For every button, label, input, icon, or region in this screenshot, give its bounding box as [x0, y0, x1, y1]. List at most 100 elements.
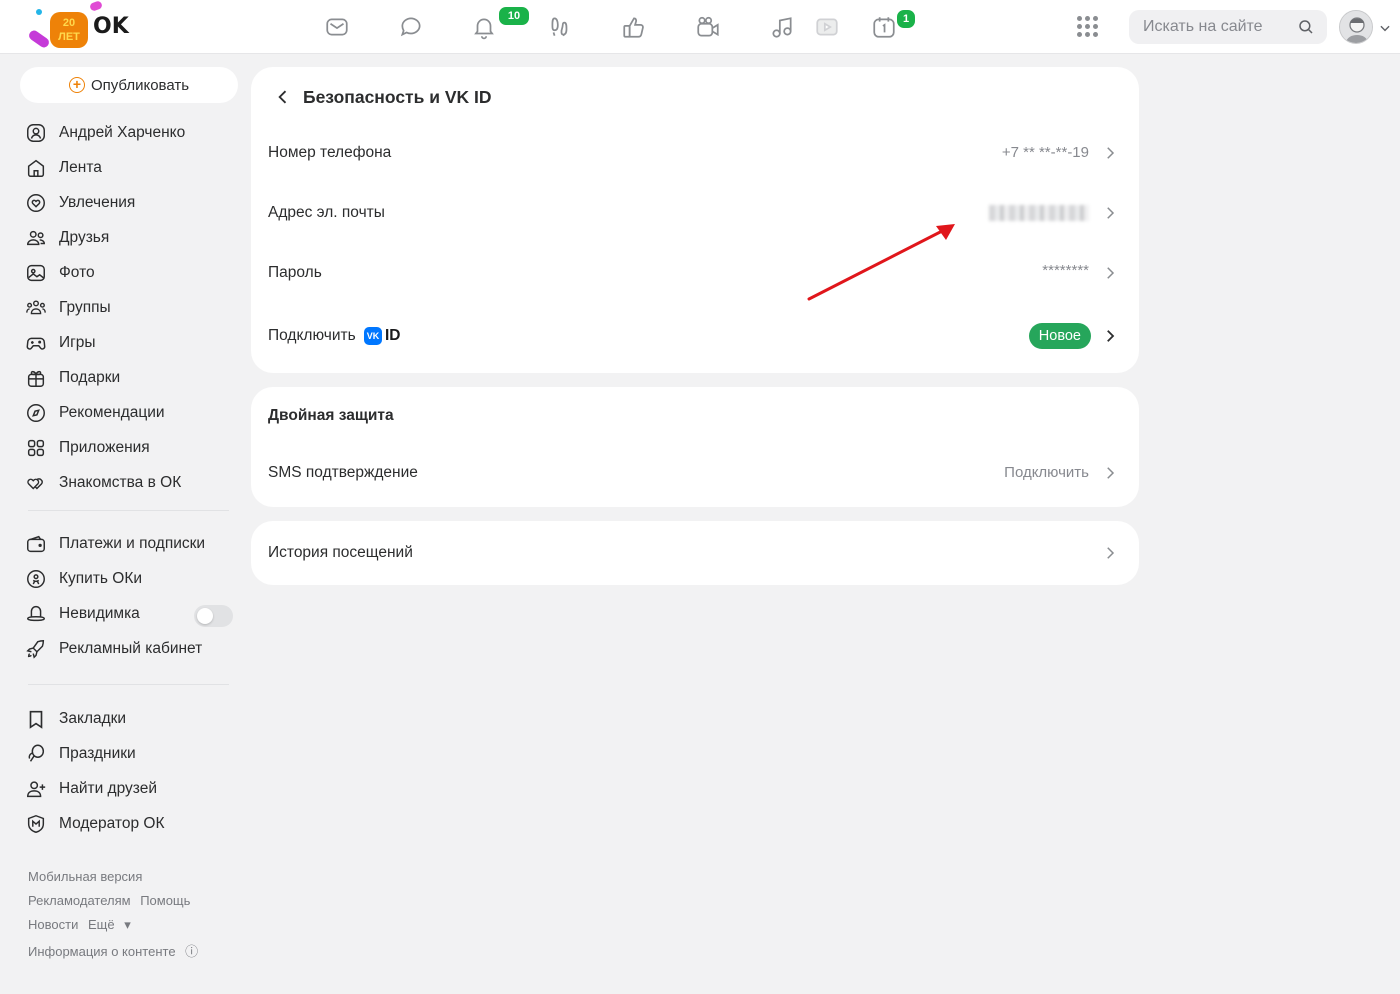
- sidebar-item-label: Подарки: [59, 369, 121, 386]
- video-icon[interactable]: [812, 12, 842, 42]
- chevron-down-icon[interactable]: [1378, 21, 1392, 35]
- gamepad-icon: [24, 331, 48, 355]
- chevron-right-icon: [1107, 547, 1115, 559]
- footer-row-1: Мобильная версия: [28, 869, 148, 884]
- video-camera-icon[interactable]: [693, 12, 723, 42]
- sidebar-item-profile[interactable]: Андрей Харченко: [24, 118, 236, 148]
- visit-history-card[interactable]: История посещений: [251, 521, 1139, 585]
- new-badge: Новое: [1028, 323, 1091, 349]
- ok-coin-icon: [24, 567, 48, 591]
- toggle-knob: [197, 608, 213, 624]
- search-icon[interactable]: [1297, 18, 1315, 36]
- vk-id-row[interactable]: Подключить VK ID Новое: [251, 316, 1139, 356]
- confetti-streamer: [27, 28, 51, 50]
- chevron-right-icon: [1107, 267, 1115, 279]
- sidebar-item-hobbies[interactable]: Увлечения: [24, 188, 236, 218]
- sms-confirmation-row[interactable]: SMS подтверждение Подключить: [251, 453, 1139, 493]
- sidebar-item-label: Лента: [59, 159, 102, 176]
- hat-icon: [24, 602, 48, 626]
- sidebar-item-feed[interactable]: Лента: [24, 153, 236, 183]
- gift-icon: [24, 366, 48, 390]
- sidebar-item-label: Найти друзей: [59, 780, 157, 797]
- sidebar-item-moderator[interactable]: Модератор ОК: [24, 809, 236, 839]
- balloon-icon: [24, 742, 48, 766]
- vk-id-text: ID: [384, 327, 401, 344]
- sidebar-divider: [28, 510, 229, 511]
- footer-more-link[interactable]: Ещё ▾: [88, 917, 137, 932]
- security-card: Безопасность и VK ID Номер телефона +7 *…: [251, 67, 1139, 373]
- sidebar-item-bookmarks[interactable]: Закладки: [24, 704, 236, 734]
- chevron-right-icon: [1107, 330, 1115, 342]
- sidebar-item-label: Знакомства в ОК: [59, 474, 182, 491]
- sidebar-item-recommendations[interactable]: Рекомендации: [24, 398, 236, 428]
- chevron-right-icon: [1107, 467, 1115, 479]
- footer-mobile-link[interactable]: Мобильная версия: [28, 869, 142, 884]
- footer-content-info-link[interactable]: Информация о контенте ⓘ: [28, 944, 204, 959]
- logo-text: OK: [93, 14, 129, 39]
- sidebar-item-label: Рекомендации: [59, 404, 165, 421]
- sidebar-item-apps[interactable]: Приложения: [24, 433, 236, 463]
- phone-value: +7 ** **-**-19: [1001, 144, 1089, 161]
- anniversary-word: ЛЕТ: [58, 31, 80, 43]
- footer-row-2: Рекламодателям Помощь: [28, 893, 196, 908]
- sidebar-item-friends[interactable]: Друзья: [24, 223, 236, 253]
- sidebar-item-find-friends[interactable]: Найти друзей: [24, 774, 236, 804]
- footer-advertisers-link[interactable]: Рекламодателям: [28, 893, 131, 908]
- sidebar-item-ads-cabinet[interactable]: Рекламный кабинет: [24, 634, 236, 664]
- vk-id-label-group: Подключить VK ID: [268, 327, 400, 345]
- sidebar-item-payments[interactable]: Платежи и подписки: [24, 529, 236, 559]
- bell-icon[interactable]: [469, 12, 499, 42]
- sidebar-item-photo[interactable]: Фото: [24, 258, 236, 288]
- email-row[interactable]: Адрес эл. почты: [251, 193, 1139, 233]
- music-note-icon[interactable]: [767, 12, 797, 42]
- sidebar-item-gifts[interactable]: Подарки: [24, 363, 236, 393]
- vk-id-mark: VK ID: [363, 327, 401, 345]
- confetti-piece: [88, 0, 104, 12]
- add-friend-icon: [24, 777, 48, 801]
- footer-row-3: Новости Ещё ▾: [28, 917, 143, 933]
- search-box: [1129, 10, 1327, 44]
- sidebar-item-label: Модератор ОК: [59, 815, 165, 832]
- sidebar-item-groups[interactable]: Группы: [24, 293, 236, 323]
- visit-history-label: История посещений: [268, 544, 413, 561]
- publish-label: Опубликовать: [90, 76, 190, 94]
- groups-icon: [24, 296, 48, 320]
- password-row[interactable]: Пароль ********: [251, 253, 1139, 293]
- moderator-shield-icon: [24, 812, 48, 836]
- search-input[interactable]: [1129, 10, 1289, 44]
- like-icon[interactable]: [619, 12, 649, 42]
- mail-icon[interactable]: [322, 12, 352, 42]
- publish-button[interactable]: + Опубликовать: [20, 67, 238, 103]
- footer-news-link[interactable]: Новости: [28, 917, 78, 932]
- sidebar-item-holidays[interactable]: Праздники: [24, 739, 236, 769]
- sidebar-item-label: Увлечения: [59, 194, 136, 211]
- photo-icon: [24, 261, 48, 285]
- password-value: ********: [1042, 262, 1089, 279]
- chat-icon[interactable]: [396, 12, 426, 42]
- apps-grid-icon[interactable]: [1077, 16, 1099, 38]
- sidebar-item-label: Приложения: [59, 439, 150, 456]
- sidebar-item-buy-oks[interactable]: Купить ОКи: [24, 564, 236, 594]
- hobby-icon: [24, 191, 48, 215]
- footer-help-link[interactable]: Помощь: [140, 893, 190, 908]
- email-label: Адрес эл. почты: [268, 204, 385, 221]
- footprints-icon[interactable]: [545, 12, 575, 42]
- user-avatar[interactable]: [1339, 10, 1373, 44]
- phone-row[interactable]: Номер телефона +7 ** **-**-19: [251, 133, 1139, 173]
- chevron-right-icon: [1107, 207, 1115, 219]
- invisible-toggle[interactable]: [194, 605, 233, 627]
- two-factor-card: Двойная защита SMS подтверждение Подключ…: [251, 387, 1139, 507]
- sidebar-item-dating[interactable]: Знакомства в ОК: [24, 468, 236, 498]
- top-bar: 20 ЛЕТ OK 10 1: [0, 0, 1400, 54]
- footer-content-info-label: Информация о контенте: [28, 944, 176, 959]
- sidebar-item-games[interactable]: Игры: [24, 328, 236, 358]
- sidebar-item-label: Фото: [59, 264, 95, 281]
- ok-logo[interactable]: 20 ЛЕТ OK: [26, 0, 136, 52]
- sidebar-divider: [28, 684, 229, 685]
- back-arrow-icon[interactable]: [273, 87, 293, 107]
- visit-history-row[interactable]: История посещений: [251, 533, 1139, 573]
- calendar-badge: 1: [895, 8, 917, 30]
- sms-connect-value: Подключить: [1004, 464, 1089, 481]
- sidebar-item-label: Рекламный кабинет: [59, 640, 203, 657]
- sidebar-item-label: Друзья: [59, 229, 110, 246]
